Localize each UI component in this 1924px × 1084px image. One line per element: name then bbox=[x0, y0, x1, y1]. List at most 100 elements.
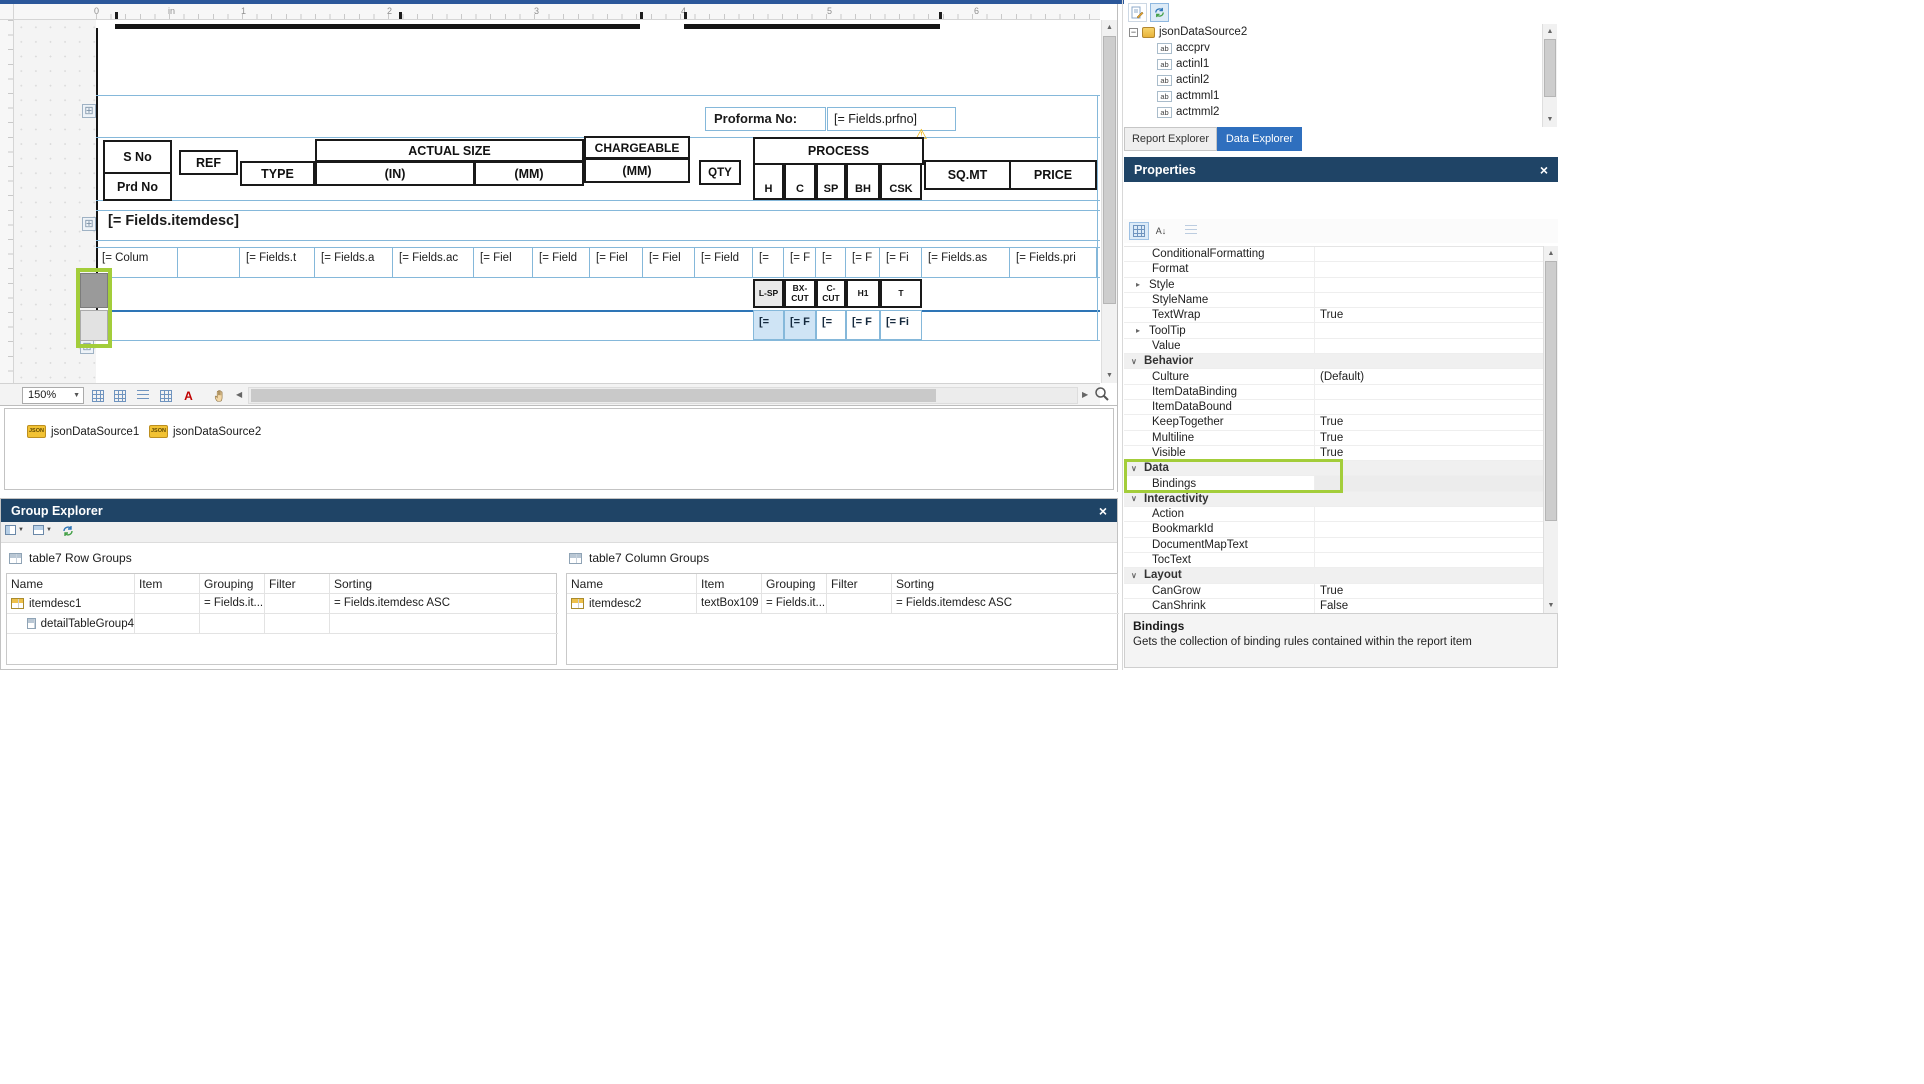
detail-cell[interactable]: [= Fields.a bbox=[315, 247, 393, 277]
property-row[interactable]: ItemDataBound bbox=[1124, 400, 1543, 415]
property-row[interactable]: StyleName bbox=[1124, 293, 1543, 308]
detail-cell[interactable]: [= Field bbox=[533, 247, 590, 277]
close-icon[interactable]: × bbox=[1099, 504, 1107, 518]
group-row-item[interactable] bbox=[135, 614, 200, 634]
property-row-bindings[interactable]: Bindings bbox=[1124, 476, 1543, 491]
detail-cell[interactable]: [= Field bbox=[695, 247, 753, 277]
row-handle-icon[interactable]: ⊞ bbox=[82, 217, 96, 231]
zoom-select[interactable]: 150% ▼ bbox=[22, 387, 84, 404]
vscroll-thumb[interactable] bbox=[1544, 39, 1556, 97]
hscroll-left-icon[interactable]: ◀ bbox=[236, 390, 242, 399]
detail-cell[interactable]: [= Fields.pri bbox=[1010, 247, 1097, 277]
tree-field[interactable]: ab actinl1 bbox=[1124, 56, 1542, 72]
property-row[interactable]: DocumentMapText bbox=[1124, 538, 1543, 553]
property-row[interactable]: Value bbox=[1124, 339, 1543, 354]
group-row-sorting[interactable]: = Fields.itemdesc ASC bbox=[330, 594, 558, 614]
snap-lines-icon[interactable] bbox=[133, 386, 152, 405]
zoom-magnifier-icon[interactable] bbox=[1094, 386, 1110, 407]
canvas-hscrollbar[interactable] bbox=[248, 387, 1078, 404]
vscroll-thumb[interactable] bbox=[1103, 36, 1116, 304]
process-label-cell[interactable]: BX-CUT bbox=[784, 279, 816, 308]
collapse-icon[interactable]: ∨ bbox=[1131, 571, 1140, 580]
property-row[interactable]: ▸ToolTip bbox=[1124, 323, 1543, 338]
property-row[interactable]: MultilineTrue bbox=[1124, 431, 1543, 446]
datasource-item[interactable]: JSON jsonDataSource2 bbox=[149, 425, 261, 438]
tree-scrollbar[interactable]: ▲ ▼ bbox=[1542, 24, 1557, 127]
group-row-grouping[interactable]: = Fields.it... bbox=[200, 594, 265, 614]
tree-field[interactable]: ab actinl2 bbox=[1124, 72, 1542, 88]
group-row-name[interactable]: detailTableGroup4 bbox=[7, 614, 135, 634]
group-row-filter[interactable] bbox=[827, 594, 892, 614]
group-row-item[interactable] bbox=[135, 594, 200, 614]
detail-cell[interactable]: [= Fiel bbox=[590, 247, 643, 277]
property-row[interactable]: Action bbox=[1124, 507, 1543, 522]
header-cell-sqmt[interactable]: SQ.MT bbox=[924, 160, 1011, 190]
proforma-label-cell[interactable]: Proforma No: bbox=[705, 107, 826, 131]
group-row-sorting[interactable]: = Fields.itemdesc ASC bbox=[892, 594, 1119, 614]
property-row[interactable]: ConditionalFormatting bbox=[1124, 247, 1543, 262]
process-label-cell[interactable]: H1 bbox=[846, 279, 880, 308]
group-row-filter[interactable] bbox=[265, 594, 330, 614]
process-label-cell[interactable]: C-CUT bbox=[816, 279, 846, 308]
group-row-grouping[interactable] bbox=[200, 614, 265, 634]
header-cell-ref[interactable]: REF bbox=[179, 150, 238, 175]
header-cell-sp[interactable]: SP bbox=[816, 163, 846, 200]
grid-toggle-icon[interactable] bbox=[88, 386, 107, 405]
tree-field[interactable]: ab actmml1 bbox=[1124, 88, 1542, 104]
process-field-cell[interactable]: [= F bbox=[846, 310, 880, 340]
detail-cell[interactable]: [= Fiel bbox=[643, 247, 695, 277]
scroll-down-icon[interactable]: ▼ bbox=[1102, 368, 1117, 383]
scroll-down-icon[interactable]: ▼ bbox=[1543, 112, 1557, 127]
header-cell-qty[interactable]: QTY bbox=[699, 160, 741, 185]
hscroll-right-icon[interactable]: ▶ bbox=[1082, 390, 1088, 399]
scroll-up-icon[interactable]: ▲ bbox=[1544, 246, 1558, 261]
scroll-down-icon[interactable]: ▼ bbox=[1544, 598, 1558, 613]
header-cell-c[interactable]: C bbox=[784, 163, 816, 200]
group-row-grouping[interactable]: = Fields.it... bbox=[762, 594, 827, 614]
column-header[interactable]: Name bbox=[567, 574, 697, 594]
edit-report-button[interactable] bbox=[1128, 3, 1147, 22]
detail-cell[interactable]: [= bbox=[816, 247, 846, 277]
header-cell-h[interactable]: H bbox=[753, 163, 784, 200]
process-field-cell[interactable]: [= bbox=[753, 310, 784, 340]
header-cell-chargeable[interactable]: CHARGEABLE bbox=[584, 136, 690, 159]
group-row-name[interactable]: itemdesc1 bbox=[7, 594, 135, 614]
itemdesc-field[interactable]: [= Fields.itemdesc] bbox=[108, 213, 239, 229]
close-icon[interactable]: × bbox=[1540, 163, 1548, 177]
detail-cell[interactable]: [= F bbox=[784, 247, 816, 277]
process-field-cell[interactable]: [= Fi bbox=[880, 310, 922, 340]
property-row[interactable]: TextWrapTrue bbox=[1124, 308, 1543, 323]
column-header[interactable]: Grouping bbox=[762, 574, 827, 594]
header-cell-mm[interactable]: (MM) bbox=[474, 161, 584, 186]
detail-cell[interactable]: [= Fields.t bbox=[240, 247, 315, 277]
group-row-sorting[interactable] bbox=[330, 614, 558, 634]
collapse-icon[interactable]: ∨ bbox=[1131, 357, 1140, 366]
scroll-up-icon[interactable]: ▲ bbox=[1102, 20, 1117, 35]
header-cell-process[interactable]: PROCESS bbox=[753, 137, 924, 165]
scroll-up-icon[interactable]: ▲ bbox=[1543, 24, 1557, 39]
tree-node-datasource[interactable]: − jsonDataSource2 bbox=[1124, 24, 1542, 40]
group-layout-columns-button[interactable]: ▼ bbox=[5, 525, 24, 535]
property-row[interactable]: BookmarkId bbox=[1124, 522, 1543, 537]
detail-cell[interactable] bbox=[178, 247, 240, 277]
tree-field[interactable]: ab accprv bbox=[1124, 40, 1542, 56]
header-cell-sno[interactable]: S No bbox=[103, 140, 172, 174]
tree-field[interactable]: ab actmml2 bbox=[1124, 104, 1542, 120]
header-cell-chargeable-mm[interactable]: (MM) bbox=[584, 158, 690, 183]
property-category[interactable]: ∨Interactivity bbox=[1124, 492, 1543, 507]
property-row[interactable]: ▸Style bbox=[1124, 278, 1543, 293]
property-category[interactable]: ∨Layout bbox=[1124, 568, 1543, 583]
border-line[interactable] bbox=[115, 24, 640, 29]
column-header[interactable]: Grouping bbox=[200, 574, 265, 594]
collapse-icon[interactable]: ∨ bbox=[1131, 494, 1140, 503]
column-header[interactable]: Sorting bbox=[330, 574, 558, 594]
group-layout-rows-button[interactable]: ▼ bbox=[33, 525, 52, 535]
property-row[interactable]: TocText bbox=[1124, 553, 1543, 568]
property-row[interactable]: ItemDataBinding bbox=[1124, 385, 1543, 400]
expand-icon[interactable]: ▸ bbox=[1136, 280, 1145, 289]
header-cell-price[interactable]: PRICE bbox=[1009, 160, 1097, 190]
datasource-item[interactable]: JSON jsonDataSource1 bbox=[27, 425, 139, 438]
snap-grid-icon[interactable] bbox=[110, 386, 129, 405]
expand-icon[interactable]: ▸ bbox=[1136, 326, 1145, 335]
column-header[interactable]: Filter bbox=[827, 574, 892, 594]
